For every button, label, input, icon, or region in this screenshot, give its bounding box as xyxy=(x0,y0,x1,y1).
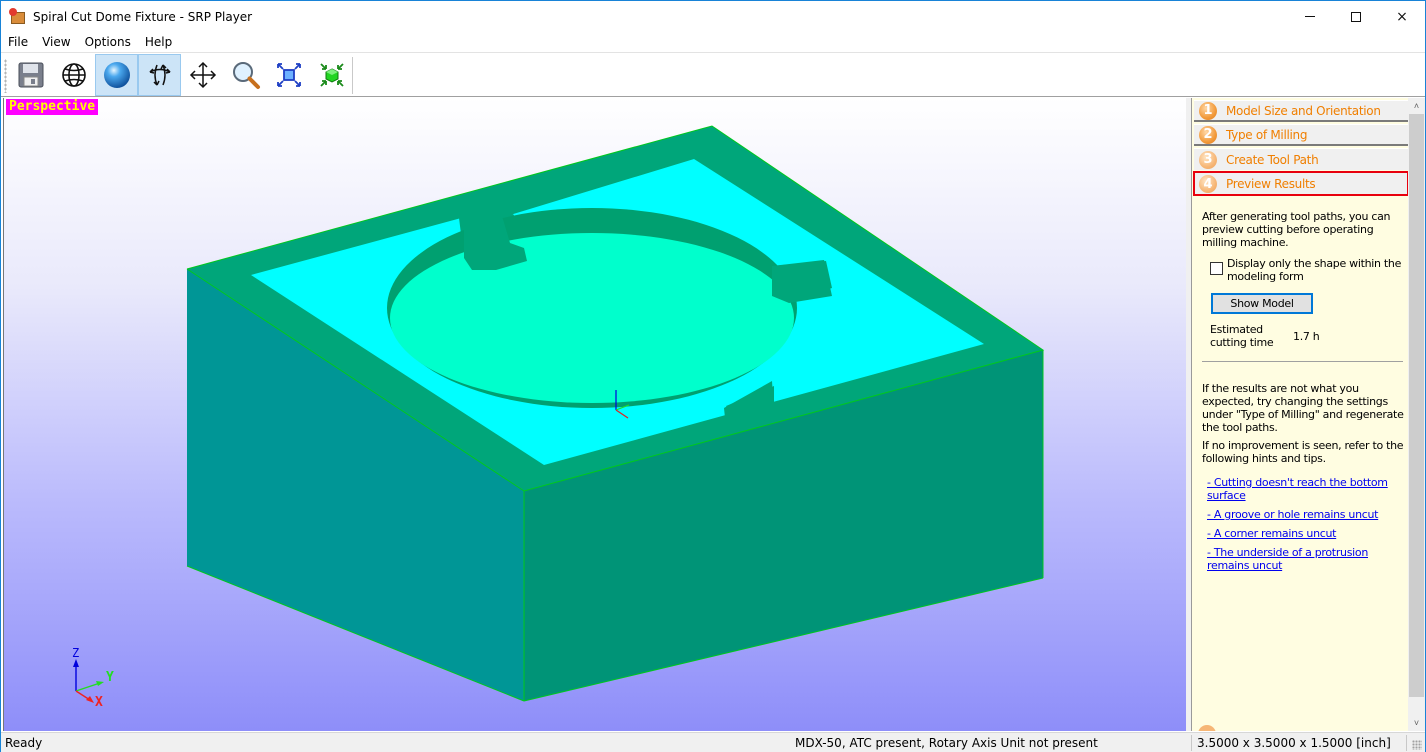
hint-text: If the results are not what you expected… xyxy=(1202,382,1404,434)
axis-y-label: Y xyxy=(106,670,114,685)
rotate-arrows-icon xyxy=(148,64,171,86)
zoom-to-model-button[interactable] xyxy=(310,54,353,96)
minimize-button[interactable] xyxy=(1287,1,1333,32)
step-number-badge: 1 xyxy=(1199,101,1217,120)
axis-z-arrow xyxy=(73,659,79,667)
step-number-badge: 2 xyxy=(1199,125,1217,144)
status-ready: Ready xyxy=(5,736,43,750)
app-window: Spiral Cut Dome Fixture - SRP Player × F… xyxy=(0,0,1426,752)
hint-links: - Cutting doesn't reach the bottom surfa… xyxy=(1207,476,1408,578)
close-icon: × xyxy=(1396,8,1408,25)
link-groove-uncut[interactable]: - A groove or hole remains uncut xyxy=(1207,508,1408,521)
circle-pocket-floor xyxy=(390,233,794,403)
axis-y-line xyxy=(75,682,101,692)
status-separator xyxy=(1406,735,1407,751)
step-type-of-milling[interactable]: 2 Type of Milling xyxy=(1194,124,1408,146)
menu-file[interactable]: File xyxy=(1,32,35,52)
wizard-panel: 1 Model Size and Orientation 2 Type of M… xyxy=(1192,98,1408,731)
title-bar: Spiral Cut Dome Fixture - SRP Player × xyxy=(1,1,1425,32)
toolbar-separator xyxy=(352,57,353,94)
srp-player-app-icon xyxy=(9,7,27,26)
green-cube-contract-icon xyxy=(319,63,344,87)
step-label: Preview Results xyxy=(1226,177,1316,191)
axis-x-arrow xyxy=(86,696,94,703)
globe-wireframe-icon xyxy=(61,63,86,87)
close-button[interactable]: × xyxy=(1379,1,1425,32)
divider xyxy=(1202,361,1403,362)
menu-help[interactable]: Help xyxy=(138,32,179,52)
fit-view-button[interactable] xyxy=(267,54,310,96)
link-cutting-bottom[interactable]: - Cutting doesn't reach the bottom surfa… xyxy=(1207,476,1408,502)
hint-text-2: If no improvement is seen, refer to the … xyxy=(1202,439,1404,465)
step-preview-results[interactable]: 4 Preview Results xyxy=(1193,171,1408,196)
resize-grip[interactable] xyxy=(1412,740,1422,750)
axis-triad: Z Y X xyxy=(72,646,114,710)
step-badge-peek xyxy=(1198,725,1220,731)
menu-bar: File View Options Help xyxy=(1,32,1425,52)
status-model-size: 3.5000 x 3.5000 x 1.5000 [inch] xyxy=(1197,736,1391,750)
preview-results-body: After generating tool paths, you can pre… xyxy=(1202,210,1406,572)
maximize-icon xyxy=(1351,11,1361,22)
intro-text: After generating tool paths, you can pre… xyxy=(1202,210,1391,249)
link-protrusion-underside[interactable]: - The underside of a protrusion remains … xyxy=(1207,546,1408,572)
status-separator xyxy=(1191,735,1192,751)
fit-expand-icon xyxy=(276,63,301,87)
toolbar xyxy=(1,52,1425,97)
magnifier-icon xyxy=(232,62,260,89)
step-label: Model Size and Orientation xyxy=(1226,103,1381,118)
3d-viewport[interactable]: Perspective Z Y X xyxy=(3,98,1186,731)
status-machine: MDX-50, ATC present, Rotary Axis Unit no… xyxy=(795,736,1098,750)
step-label: Create Tool Path xyxy=(1226,152,1319,167)
display-shape-only-option[interactable]: Display only the shape within the modeli… xyxy=(1210,257,1408,283)
step-create-tool-path[interactable]: 3 Create Tool Path xyxy=(1194,148,1408,170)
link-corner-uncut[interactable]: - A corner remains uncut xyxy=(1207,527,1408,540)
axis-y-arrow xyxy=(96,681,104,686)
shaded-sphere-icon xyxy=(103,62,130,88)
toolbar-grip[interactable] xyxy=(4,59,7,93)
step-model-size[interactable]: 1 Model Size and Orientation xyxy=(1194,100,1408,122)
floppy-disk-icon xyxy=(18,62,43,88)
notch-right xyxy=(772,260,832,303)
scroll-down-icon[interactable]: ˅ xyxy=(1408,715,1425,731)
wireframe-view-button[interactable] xyxy=(52,54,95,96)
status-bar: Ready MDX-50, ATC present, Rotary Axis U… xyxy=(1,732,1425,752)
display-shape-only-checkbox[interactable] xyxy=(1210,262,1223,275)
solid-view-button[interactable] xyxy=(95,54,138,96)
pan-button[interactable] xyxy=(181,54,224,96)
scroll-up-icon[interactable]: ˄ xyxy=(1408,98,1425,114)
estimated-time-label: Estimated cutting time xyxy=(1210,323,1274,349)
view-mode-label: Perspective xyxy=(6,99,99,115)
save-button[interactable] xyxy=(9,54,52,96)
axis-z-label: Z xyxy=(72,646,79,660)
panel-scrollbar[interactable]: ˄ ˅ xyxy=(1408,98,1425,731)
scrollbar-thumb[interactable] xyxy=(1409,114,1424,697)
display-shape-only-label: Display only the shape within the modeli… xyxy=(1227,257,1402,283)
show-model-button[interactable]: Show Model xyxy=(1211,293,1313,314)
axis-x-label: X xyxy=(95,695,103,710)
estimated-time-value: 1.7 h xyxy=(1293,330,1320,343)
rotate-button[interactable] xyxy=(138,54,181,96)
minimize-icon xyxy=(1305,16,1315,17)
menu-view[interactable]: View xyxy=(35,32,77,52)
menu-options[interactable]: Options xyxy=(78,32,138,52)
maximize-button[interactable] xyxy=(1333,1,1379,32)
step-label: Type of Milling xyxy=(1226,127,1308,142)
step-number-badge: 4 xyxy=(1199,175,1217,193)
window-title: Spiral Cut Dome Fixture - SRP Player xyxy=(33,9,253,24)
move-arrows-icon xyxy=(189,61,216,89)
zoom-button[interactable] xyxy=(224,54,267,96)
step-number-badge: 3 xyxy=(1199,150,1217,169)
milled-model[interactable] xyxy=(4,98,1186,731)
